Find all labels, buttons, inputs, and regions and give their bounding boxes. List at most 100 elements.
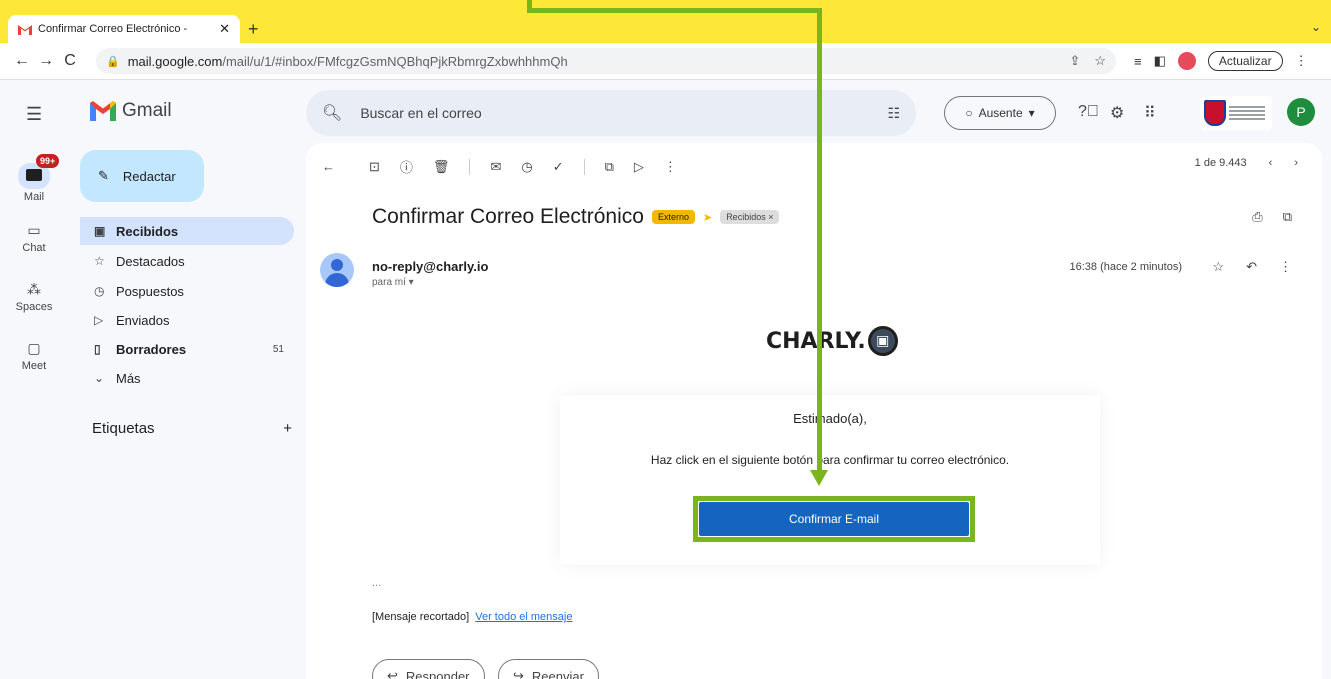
toolbar-divider (583, 158, 585, 175)
search-options-icon[interactable]: ☷ (887, 105, 900, 122)
share-icon[interactable]: ⇪ (1069, 53, 1080, 69)
nav-drafts[interactable]: ▯ Borradores 51 (80, 335, 294, 363)
confirm-email-button[interactable]: Confirmar E-mail (699, 502, 969, 536)
search-input[interactable]: Buscar en el correo (360, 105, 481, 121)
status-circle-icon: ○ (965, 106, 973, 120)
add-task-icon[interactable]: ✓ (553, 159, 564, 175)
nav-more-label: Más (116, 370, 141, 386)
settings-gear-icon[interactable]: ⚙ (1110, 103, 1124, 123)
nav-sent-label: Enviados (116, 312, 170, 328)
reload-icon[interactable]: C (58, 52, 82, 70)
unread-badge: 99+ (36, 154, 60, 168)
main-menu-icon[interactable]: ☰ (26, 104, 42, 125)
rail-meet-label: Meet (21, 360, 47, 372)
browser-toolbar: ← → C 🔒 mail.google.com/mail/u/1/#inbox/… (0, 43, 1331, 80)
back-arrow-icon[interactable]: ← (322, 159, 335, 174)
sender-address[interactable]: no-reply@charly.io (372, 259, 488, 274)
address-bar[interactable]: 🔒 mail.google.com/mail/u/1/#inbox/FMfcgz… (96, 48, 1116, 74)
nav-sent[interactable]: ▷ Enviados (80, 306, 294, 334)
reply-label: Responder (405, 668, 470, 679)
help-icon[interactable]: ?⃝ (1078, 103, 1099, 121)
chevron-down-icon: ▾ (1028, 106, 1035, 120)
menu-kebab-icon[interactable]: ⋮ (1295, 53, 1308, 69)
gmail-m-icon (90, 101, 116, 121)
label-icon[interactable]: ▷ (634, 159, 644, 175)
email-body-card: Estimado(a), Haz click en el siguiente b… (560, 395, 1100, 565)
nav-snoozed[interactable]: ◷ Pospuestos (80, 277, 294, 305)
forward-button[interactable]: ↪ Reenviar (498, 659, 599, 679)
prev-page-icon[interactable]: ‹ (1269, 157, 1273, 169)
more-options-icon[interactable]: ⋮ (664, 159, 677, 175)
clock-icon: ◷ (94, 284, 105, 298)
important-marker-icon[interactable]: ➤ (703, 211, 712, 224)
update-button[interactable]: Actualizar (1207, 51, 1283, 71)
nav-starred[interactable]: ☆ Destacados (80, 247, 294, 275)
meet-icon: ▢ (27, 340, 41, 356)
next-page-icon[interactable]: › (1294, 157, 1298, 169)
bookmark-star-icon[interactable]: ☆ (1094, 53, 1106, 69)
reply-button[interactable]: ↩ Responder (372, 659, 485, 679)
trimmed-ellipsis[interactable]: ... (372, 577, 381, 589)
annotation-arrow-segment (817, 8, 822, 473)
rail-chat[interactable]: ▭ Chat (6, 222, 62, 254)
rail-meet[interactable]: ▢ Meet (6, 340, 62, 372)
tab-close-icon[interactable]: ✕ (219, 21, 230, 37)
nav-more[interactable]: ⌄ Más (80, 364, 294, 392)
profile-icon[interactable] (1177, 52, 1196, 70)
tab-search-chevron-icon[interactable]: ⌄ (1311, 20, 1321, 34)
browser-tab[interactable]: Confirmar Correo Electrónico - ✕ (8, 15, 240, 43)
url-host: mail.google.com (127, 53, 223, 69)
message-more-icon[interactable]: ⋮ (1279, 259, 1292, 275)
search-bar[interactable]: 🔍︎ Buscar en el correo ☷ (306, 90, 916, 136)
forward-arrow-icon: ↪ (513, 668, 524, 679)
external-chip: Externo (651, 210, 695, 224)
inbox-label-chip[interactable]: Recibidos × (720, 210, 780, 224)
side-panel-icon[interactable]: ◧ (1154, 53, 1166, 69)
view-full-message-link[interactable]: Ver todo el mensaje (475, 611, 572, 623)
annotation-arrowhead-icon (810, 470, 828, 486)
rail-spaces[interactable]: ⁂ Spaces (6, 281, 62, 313)
back-icon[interactable]: ← (10, 52, 34, 70)
add-label-icon[interactable]: + (283, 420, 292, 437)
reply-icon[interactable]: ↶ (1246, 259, 1257, 275)
message-timestamp: 16:38 (hace 2 minutos) (1069, 261, 1182, 273)
compose-label: Redactar (122, 168, 176, 184)
move-to-icon[interactable]: ⧉ (605, 159, 614, 175)
trimmed-label: [Mensaje recortado] (372, 611, 470, 623)
send-icon: ▷ (94, 313, 104, 327)
archive-icon[interactable]: ⊡ (369, 159, 380, 175)
labels-title: Etiquetas (92, 420, 155, 437)
gmail-logo-text: Gmail (122, 100, 172, 121)
account-avatar[interactable]: P (1287, 98, 1315, 126)
status-dropdown[interactable]: ○ Ausente ▾ (944, 96, 1056, 130)
snooze-icon[interactable]: ◷ (521, 159, 532, 175)
reading-list-icon[interactable]: ≡ (1134, 54, 1142, 69)
apps-grid-icon[interactable]: ⠿ (1144, 103, 1156, 123)
gmail-logo[interactable]: Gmail (90, 100, 172, 122)
search-icon[interactable]: 🔍︎ (322, 103, 342, 123)
gmail-tab-icon (18, 24, 32, 35)
new-tab-button[interactable]: + (248, 19, 259, 40)
pencil-icon: ✎ (98, 168, 109, 183)
charly-logo: CHARLY. ▣ (766, 326, 898, 356)
mark-unread-icon[interactable]: ✉︎ (490, 159, 501, 175)
nav-starred-label: Destacados (116, 253, 185, 269)
compose-button[interactable]: ✎ Redactar (80, 150, 204, 202)
open-new-window-icon[interactable]: ⧉ (1283, 209, 1292, 225)
subject-actions: ⎙ ⧉ (1252, 209, 1292, 225)
star-message-icon[interactable]: ☆ (1212, 259, 1224, 275)
delete-icon[interactable]: 🗑︎ (433, 159, 450, 175)
recipient-toggle[interactable]: para mí ▾ (372, 277, 414, 288)
organization-logo[interactable] (1200, 96, 1272, 130)
rail-mail[interactable]: 99+ Mail (6, 154, 62, 203)
email-subject-row: Confirmar Correo Electrónico Externo ➤ R… (372, 205, 780, 229)
labels-header: Etiquetas + (92, 420, 292, 437)
report-spam-icon[interactable]: ⓘ (400, 157, 413, 176)
rail-chat-label: Chat (22, 242, 46, 254)
sender-avatar (320, 253, 354, 287)
forward-icon[interactable]: → (34, 52, 58, 70)
status-label: Ausente (978, 106, 1023, 120)
rail-mail-label: Mail (23, 191, 45, 203)
print-icon[interactable]: ⎙ (1252, 209, 1262, 225)
nav-inbox[interactable]: ▣ Recibidos (80, 217, 294, 245)
